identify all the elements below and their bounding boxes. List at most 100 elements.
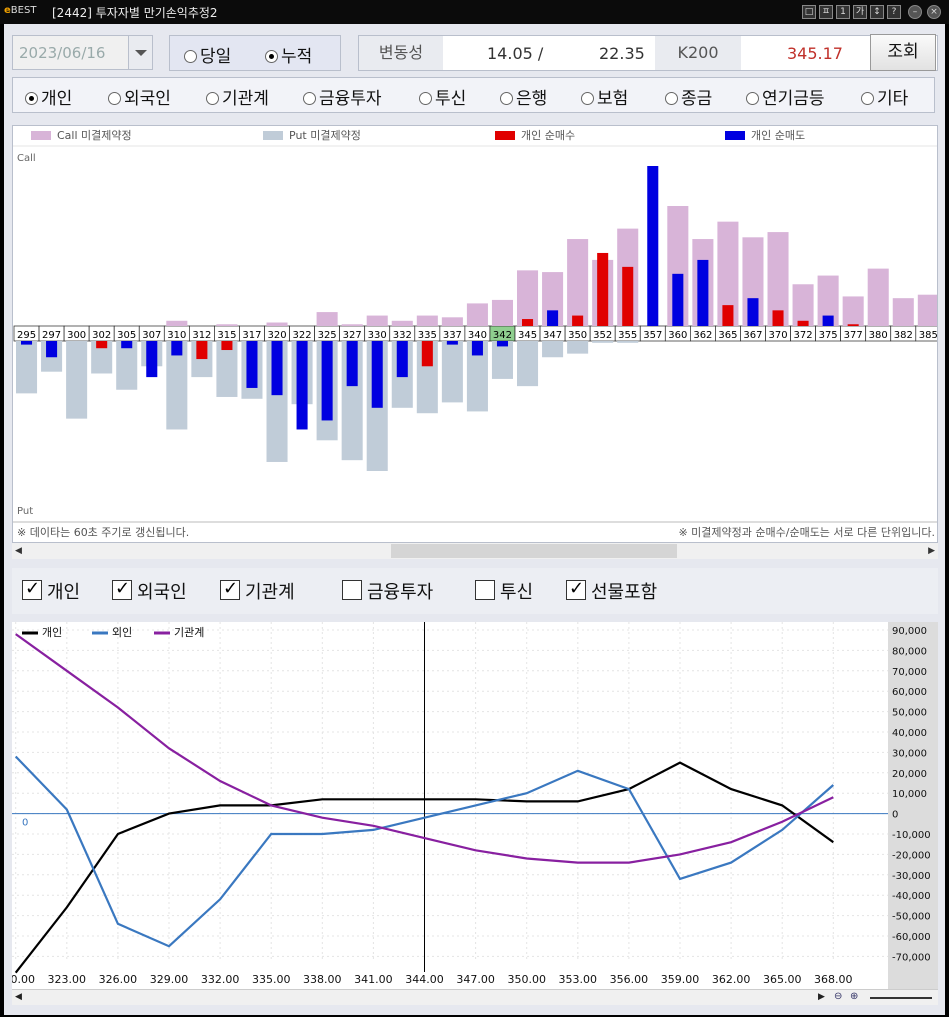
radio-icon [206, 92, 219, 105]
net-sell-bar [471, 341, 483, 356]
y-tick-label: 40,000 [892, 728, 927, 739]
open-interest-chart[interactable]: Call 미결제약정 Put 미결제약정 개인 순매수 개인 순매도 Call Put 29… [12, 125, 938, 543]
radio-icon [108, 92, 121, 105]
x-tick-label: 353.00 [559, 973, 598, 986]
strike-label: 300 [67, 330, 86, 341]
radio-investor-insurance[interactable]: 보험 [581, 84, 628, 109]
radio-investor-other[interactable]: 기타 [861, 84, 908, 109]
x-tick-label: 344.00 [405, 973, 444, 986]
legend-label: Put 미결제약정 [289, 128, 361, 142]
y-tick-label: 70,000 [892, 667, 927, 678]
net-buy-bar [421, 341, 433, 367]
x-tick-label: 338.00 [303, 973, 342, 986]
legend-label: 개인 순매도 [751, 129, 805, 142]
call-oi-bar [917, 294, 937, 326]
strike-label: 305 [117, 330, 136, 341]
y-tick-label: 90,000 [892, 626, 927, 637]
legend-label: 개인 순매수 [521, 129, 575, 142]
radio-investor-individual[interactable]: 개인 [25, 84, 72, 109]
x-tick-label: 365.00 [763, 973, 802, 986]
x-tick-label: 341.00 [354, 973, 393, 986]
call-oi-bar [567, 239, 589, 326]
y-tick-label: 60,000 [892, 687, 927, 698]
strike-label: 312 [192, 330, 211, 341]
settings-icon[interactable]: ↕ [870, 5, 884, 19]
radio-selected-icon [25, 92, 38, 105]
legend-swatch [495, 131, 515, 140]
zoom-out-icon[interactable]: ⊖ [834, 991, 842, 1002]
net-sell-bar [246, 341, 258, 388]
font-size-icon[interactable]: 가 [853, 5, 867, 19]
call-axis-label: Call [17, 153, 36, 164]
y-tick-label: 80,000 [892, 646, 927, 657]
radio-icon [861, 92, 874, 105]
strike-label: 310 [167, 330, 186, 341]
strike-label: 345 [518, 330, 537, 341]
scroll-right-icon[interactable]: ▶ [928, 546, 935, 556]
radio-investor-trust[interactable]: 투신 [419, 84, 466, 109]
x-tick-label: 335.00 [252, 973, 291, 986]
strike-label: 367 [743, 330, 762, 341]
y-tick-label: -20,000 [892, 850, 931, 861]
call-oi-bar [792, 284, 814, 326]
date-picker[interactable]: 2023/06/16 [12, 35, 153, 70]
chevron-down-icon[interactable] [128, 36, 152, 69]
radio-investor-financial[interactable]: 금융투자 [303, 84, 382, 109]
net-sell-bar [371, 341, 383, 408]
call-oi-bar [892, 298, 914, 326]
radio-investor-foreign[interactable]: 외국인 [108, 84, 171, 109]
y-tick-label: 20,000 [892, 769, 927, 780]
chart1-scrollbar[interactable]: ◀ ▶ [12, 543, 938, 559]
zero-label: 0 [22, 818, 28, 829]
call-oi-bar [166, 320, 188, 326]
call-oi-bar [441, 317, 463, 326]
x-tick-label: 347.00 [456, 973, 495, 986]
pin-icon[interactable]: □ [802, 5, 816, 19]
volatility-panel: 변동성 14.05 / 22.35 K200 345.17 [358, 35, 938, 71]
scroll-left-icon[interactable]: ◀ [15, 992, 22, 1002]
x-tick-label: 359.00 [661, 973, 700, 986]
strike-label: 357 [643, 330, 662, 341]
strike-label: 302 [92, 330, 111, 341]
net-sell-bar [296, 341, 308, 430]
radio-today[interactable]: 당일 [184, 42, 231, 67]
minimize-icon[interactable]: – [908, 5, 922, 19]
app-logo: eBEST [4, 5, 37, 16]
call-oi-bar [491, 299, 513, 326]
investor-radio-group: 개인 외국인 기관계 금융투자 투신 은행 보험 종금 연기금등 기타 [12, 77, 935, 113]
strike-label: 375 [819, 330, 838, 341]
radio-investor-pension[interactable]: 연기금등 [746, 84, 825, 109]
zoom-slider[interactable] [870, 997, 932, 999]
net-buy-bar [96, 341, 108, 349]
help-icon[interactable]: ? [887, 5, 901, 19]
strike-label: 315 [217, 330, 236, 341]
close-icon[interactable]: × [927, 5, 941, 19]
chart2-scrollbar[interactable]: ◀ ▶ ⊖ ⊕ [12, 989, 938, 1005]
net-sell-bar [271, 341, 283, 396]
scrollbar-thumb[interactable] [391, 544, 677, 558]
mode-radio-group: 당일 누적 [169, 35, 341, 71]
zoom-in-icon[interactable]: ⊕ [850, 991, 858, 1002]
date-value: 2023/06/16 [19, 44, 106, 62]
legend-swatch [31, 131, 51, 140]
y-tick-label: -10,000 [892, 830, 931, 841]
net-buy-bar [797, 320, 809, 326]
search-button[interactable]: 조회 [870, 34, 936, 71]
net-buy-bar [221, 341, 233, 351]
scroll-right-icon[interactable]: ▶ [818, 992, 825, 1002]
scroll-left-icon[interactable]: ◀ [15, 546, 22, 556]
net-sell-bar [547, 310, 559, 326]
net-sell-bar [697, 259, 709, 326]
put-oi-bar [441, 341, 463, 403]
radio-cumulative[interactable]: 누적 [265, 42, 312, 67]
payoff-chart[interactable]: 90,000 80,000 70,000 60,000 50,000 40,000 30,0… [12, 622, 938, 994]
number-one-icon[interactable]: 1 [836, 5, 850, 19]
layout-icon[interactable]: ㅍ [819, 5, 833, 19]
y-tick-label: 0 [892, 810, 898, 821]
legend-label: 외인 [112, 626, 132, 639]
net-sell-bar [121, 341, 133, 349]
radio-investor-merchant-bank[interactable]: 종금 [665, 84, 712, 109]
x-tick-label: 332.00 [201, 973, 240, 986]
radio-investor-institution[interactable]: 기관계 [206, 84, 269, 109]
radio-investor-bank[interactable]: 은행 [500, 84, 547, 109]
